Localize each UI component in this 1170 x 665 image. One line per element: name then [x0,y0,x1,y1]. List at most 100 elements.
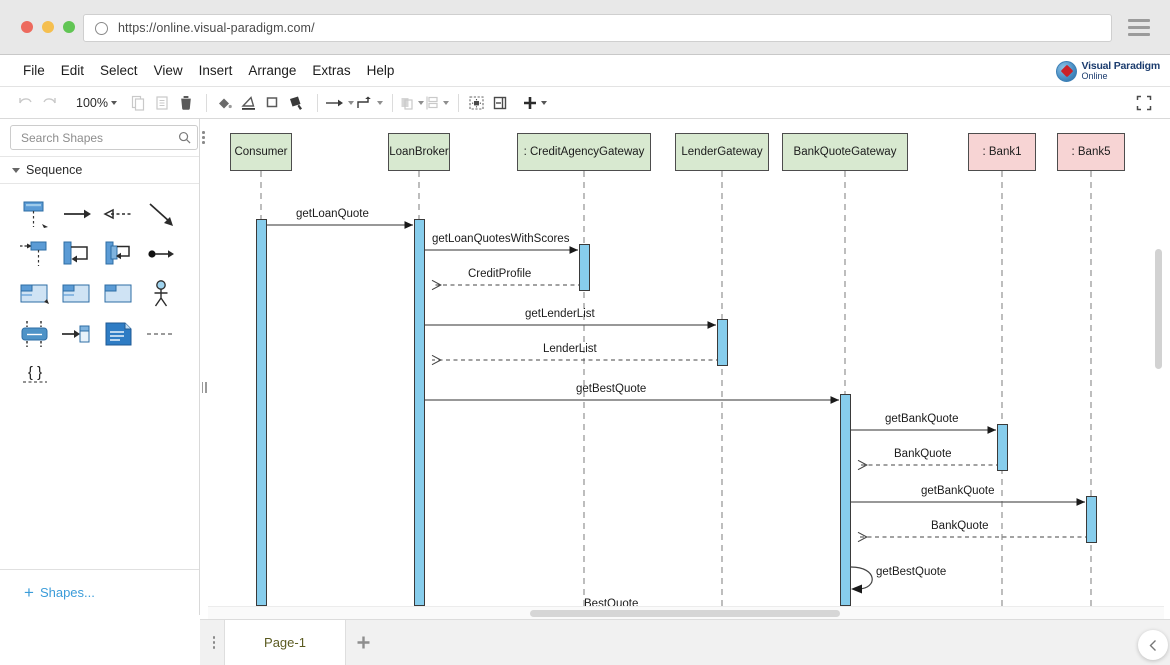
waypoints-button[interactable] [356,91,383,115]
search-icon [178,131,191,144]
sequence-diagram [208,119,1153,606]
visual-paradigm-logo[interactable]: Visual Paradigm Online [1056,58,1160,84]
fill-color-button[interactable] [214,91,236,115]
section-header-sequence[interactable]: Sequence [0,157,199,184]
lifeline-head-lendergateway[interactable]: LenderGateway [675,133,769,171]
zoom-level-dropdown[interactable]: 100% [72,91,121,115]
hamburger-menu-icon[interactable] [1128,19,1150,36]
self-message-arrowhead [851,585,862,594]
copy-button[interactable] [127,91,149,115]
paste-button[interactable] [151,91,173,115]
shape-alt-frame[interactable] [14,274,56,314]
shape-self-message[interactable] [56,234,98,274]
menu-help[interactable]: Help [360,61,402,80]
search-shapes-box[interactable] [10,125,198,150]
format-painter-button[interactable] [286,91,308,115]
zoom-level-label: 100% [76,96,108,110]
activation-creditagencygateway[interactable] [579,244,590,291]
lifeline-head-bankquotegateway[interactable]: BankQuoteGateway [782,133,908,171]
label-getLenderList: getLenderList [525,308,595,320]
shapes-panel: Sequence [0,119,200,615]
chevron-down-icon [418,101,424,105]
shape-opt-frame[interactable] [56,274,98,314]
shape-return-message[interactable] [98,194,140,234]
activation-bankquotegateway[interactable] [840,394,851,606]
shape-combined-fragment[interactable] [14,314,56,354]
menu-select[interactable]: Select [93,61,145,80]
label-BestQuote: BestQuote [584,598,638,606]
shape-lost-message[interactable] [140,234,182,274]
activation-consumer[interactable] [256,219,267,606]
svg-text:{ }: { } [28,364,42,381]
canvas-horizontal-scrollbar[interactable] [208,606,1164,619]
shape-loop-frame[interactable] [98,274,140,314]
activation-bank1[interactable] [997,424,1008,471]
menu-view[interactable]: View [147,61,190,80]
horizontal-scrollbar-thumb[interactable] [530,610,840,617]
shape-lifeline[interactable] [14,194,56,234]
menu-insert[interactable]: Insert [192,61,240,80]
shape-create-message[interactable] [56,314,98,354]
align-button[interactable] [426,91,449,115]
line-style-button[interactable] [325,91,354,115]
shape-dashed-line[interactable] [140,314,182,354]
label-getLoanQuote: getLoanQuote [296,208,369,220]
logo-line-2: Online [1081,72,1160,81]
address-bar[interactable]: https://online.visual-paradigm.com/ [83,14,1112,42]
reload-icon[interactable] [95,22,108,35]
lifeline-head-bank1[interactable]: : Bank1 [968,133,1036,171]
redo-button[interactable] [38,91,60,115]
add-button[interactable] [522,91,547,115]
collapse-panel-button[interactable] [1138,630,1168,660]
vertical-scrollbar-thumb[interactable] [1155,249,1162,369]
chevron-down-icon [541,101,547,105]
fit-page-button[interactable] [466,91,488,115]
undo-button[interactable] [14,91,36,115]
activation-loanbroker[interactable] [414,219,425,606]
more-shapes-button[interactable]: + Shapes... [0,569,199,615]
delete-button[interactable] [175,91,197,115]
page-options-icon[interactable] [200,620,224,665]
shape-diagonal-message[interactable] [140,194,182,234]
close-window-button[interactable] [21,21,33,33]
shadow-button[interactable] [262,91,284,115]
canvas-vertical-scrollbar[interactable] [1153,119,1164,606]
shape-actor[interactable] [140,274,182,314]
shape-recursive-message[interactable] [98,234,140,274]
visual-paradigm-online-window: https://online.visual-paradigm.com/ File… [0,0,1170,665]
toolbar-divider [317,94,318,112]
label-getLoanQuotesWithScores: getLoanQuotesWithScores [432,233,569,245]
shapes-options-icon[interactable] [202,128,205,148]
message-arrows [261,225,1089,594]
url-text: https://online.visual-paradigm.com/ [118,21,315,35]
to-front-button[interactable] [400,91,424,115]
lifeline-head-loanbroker[interactable]: LoanBroker [388,133,450,171]
shape-constraint[interactable]: { } [14,354,56,394]
menu-edit[interactable]: Edit [54,61,91,80]
lifeline-head-bank5[interactable]: : Bank5 [1057,133,1125,171]
minimize-window-button[interactable] [42,21,54,33]
lifeline-head-consumer[interactable]: Consumer [230,133,292,171]
chevron-down-icon [111,101,117,105]
shape-found-message[interactable] [14,234,56,274]
diagram-canvas[interactable]: Consumer LoanBroker : CreditAgencyGatewa… [208,119,1153,606]
panel-splitter-handle[interactable] [201,380,207,394]
lifeline-head-creditagencygateway[interactable]: : CreditAgencyGateway [517,133,651,171]
page-tab-page-1[interactable]: Page-1 [224,620,346,665]
activation-lendergateway[interactable] [717,319,728,366]
fullscreen-button[interactable] [1132,91,1156,115]
search-input[interactable] [19,130,178,146]
shape-message-arrow[interactable] [56,194,98,234]
menu-file[interactable]: File [16,61,52,80]
insert-column-button[interactable] [490,91,512,115]
shape-note[interactable] [98,314,140,354]
menu-extras[interactable]: Extras [305,61,357,80]
editor-toolbar: 100% [0,87,1170,119]
maximize-window-button[interactable] [63,21,75,33]
activation-bank5[interactable] [1086,496,1097,543]
line-color-button[interactable] [238,91,260,115]
add-page-button[interactable] [346,620,380,665]
toolbar-divider [206,94,207,112]
chevron-down-icon [12,168,20,173]
menu-arrange[interactable]: Arrange [241,61,303,80]
